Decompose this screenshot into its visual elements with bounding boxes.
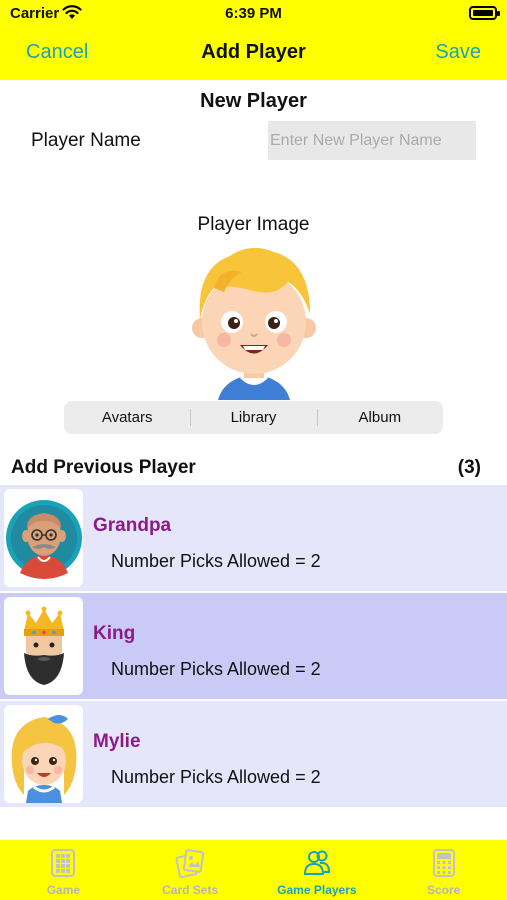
- grandpa-avatar-icon: [4, 489, 83, 587]
- previous-players-heading: Add Previous Player: [11, 457, 196, 478]
- battery-icon: [469, 6, 500, 20]
- player-name: Mylie: [93, 731, 141, 752]
- cards-icon: [175, 849, 205, 878]
- tab-score[interactable]: Score: [380, 840, 507, 900]
- segment-album[interactable]: Album: [316, 401, 443, 434]
- tab-label: Card Sets: [162, 883, 219, 897]
- player-name: Grandpa: [93, 515, 172, 536]
- tab-label: Game: [46, 883, 81, 897]
- girl-avatar-icon: [4, 705, 83, 803]
- tab-game[interactable]: Game: [0, 840, 127, 900]
- segment-avatars[interactable]: Avatars: [64, 401, 190, 434]
- new-player-heading: New Player: [200, 90, 307, 112]
- grid-icon: [51, 849, 76, 877]
- page-title: Add Player: [201, 41, 306, 63]
- save-button[interactable]: Save: [435, 41, 481, 64]
- boy-avatar-icon[interactable]: [190, 242, 318, 400]
- player-image-label: Player Image: [197, 214, 310, 235]
- tab-card-sets[interactable]: Card Sets: [127, 840, 254, 900]
- tab-game-players[interactable]: Game Players: [254, 840, 381, 900]
- calculator-icon: [432, 849, 455, 877]
- king-avatar-icon: [4, 597, 83, 695]
- tab-label: Score: [426, 883, 461, 897]
- players-icon: [303, 850, 330, 875]
- player-picks: Number Picks Allowed = 2: [111, 767, 321, 787]
- status-bar: Carrier 6:39 PM: [0, 0, 507, 28]
- image-source-segmented-control: Avatars Library Album: [64, 401, 443, 434]
- player-picks: Number Picks Allowed = 2: [111, 551, 321, 571]
- previous-players-count: (3): [457, 457, 481, 478]
- player-picks: Number Picks Allowed = 2: [111, 659, 321, 679]
- navigation-bar: Cancel Add Player Save: [0, 28, 507, 80]
- player-row-mylie[interactable]: Mylie Number Picks Allowed = 2: [0, 701, 507, 807]
- player-row-grandpa[interactable]: Grandpa Number Picks Allowed = 2: [0, 485, 507, 591]
- segment-library[interactable]: Library: [190, 401, 316, 434]
- tab-label: Game Players: [277, 883, 357, 897]
- player-name-input[interactable]: [268, 121, 476, 160]
- clock: 6:39 PM: [225, 5, 282, 22]
- tab-bar: Game Card Sets Game Players Score: [0, 840, 507, 900]
- player-name-label: Player Name: [31, 130, 141, 151]
- player-name: King: [93, 623, 136, 644]
- player-row-king[interactable]: King Number Picks Allowed = 2: [0, 593, 507, 699]
